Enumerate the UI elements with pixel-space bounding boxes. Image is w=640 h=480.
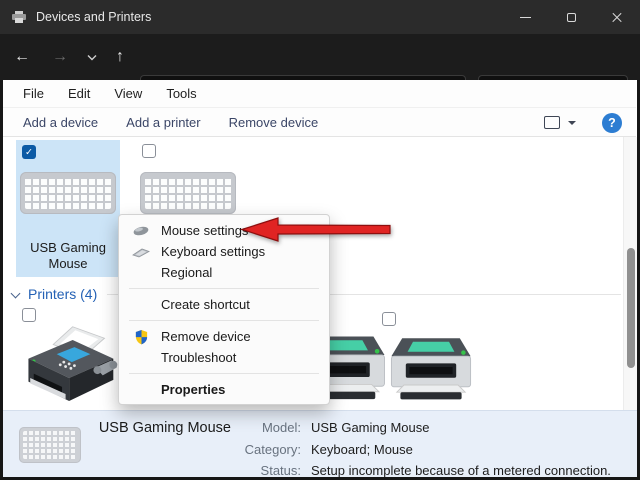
- back-icon: ←: [14, 48, 30, 65]
- close-icon: [611, 11, 623, 23]
- device-tile-usb-gaming-mouse[interactable]: ✓ USB Gaming Mouse: [16, 140, 120, 277]
- navigation-bar: ← → ↑ « All C... › Devices and Print...: [0, 34, 640, 107]
- printer-tile-fax[interactable]: [16, 303, 120, 410]
- view-options-icon[interactable]: [544, 116, 560, 129]
- window-border-left: [0, 80, 3, 480]
- context-menu-item-remove-device[interactable]: Remove device: [119, 326, 329, 347]
- minimize-button[interactable]: [502, 0, 548, 34]
- menu-file[interactable]: File: [13, 83, 54, 104]
- details-category-label: Category:: [244, 442, 301, 457]
- menu-separator: [129, 288, 319, 289]
- menu-edit[interactable]: Edit: [58, 83, 100, 104]
- help-icon: ?: [608, 115, 616, 130]
- keyboard-icon: [131, 244, 151, 260]
- annotation-arrow-icon: [240, 217, 391, 242]
- command-bar: Add a device Add a printer Remove device…: [3, 108, 636, 137]
- maximize-icon: [566, 12, 576, 22]
- close-button[interactable]: [594, 0, 640, 34]
- app-printer-icon: [12, 11, 26, 23]
- forward-icon: →: [52, 48, 68, 65]
- printers-group-label: Printers (4): [28, 286, 98, 302]
- view-options-dropdown-icon[interactable]: [568, 120, 576, 125]
- context-menu-item-properties[interactable]: Properties: [119, 379, 329, 400]
- device-label: USB Gaming Mouse: [30, 240, 106, 271]
- menu-tools[interactable]: Tools: [156, 83, 206, 104]
- help-button[interactable]: ?: [602, 112, 622, 133]
- add-a-printer-button[interactable]: Add a printer: [126, 115, 200, 130]
- context-menu-item-regional[interactable]: Regional: [119, 262, 329, 283]
- details-model-label: Model:: [261, 420, 301, 435]
- device-checkbox-checked[interactable]: ✓: [22, 145, 36, 159]
- menu-separator: [129, 320, 319, 321]
- printer-checkbox-unchecked[interactable]: [22, 308, 36, 322]
- menu-separator: [129, 373, 319, 374]
- up-button[interactable]: ↑: [106, 43, 134, 71]
- details-category-value: Keyboard; Mouse: [311, 442, 413, 457]
- scrollbar-thumb[interactable]: [627, 248, 635, 368]
- menu-bar: File Edit View Tools: [3, 80, 636, 108]
- context-menu-item-troubleshoot[interactable]: Troubleshoot: [119, 347, 329, 368]
- context-menu-item-keyboard-settings[interactable]: Keyboard settings: [119, 241, 329, 262]
- menu-view[interactable]: View: [104, 83, 152, 104]
- details-panel: USB Gaming Mouse Model: USB Gaming Mouse…: [3, 410, 637, 478]
- fax-machine-icon: [28, 326, 118, 402]
- device-checkbox-unchecked[interactable]: [142, 144, 156, 158]
- titlebar: Devices and Printers: [0, 0, 640, 34]
- details-model-value: USB Gaming Mouse: [311, 420, 430, 435]
- printer-checkbox-unchecked[interactable]: [382, 312, 396, 326]
- details-device-name: USB Gaming Mouse: [98, 420, 231, 436]
- add-a-device-button[interactable]: Add a device: [23, 115, 98, 130]
- check-icon: ✓: [25, 146, 33, 158]
- uac-shield-icon: [131, 329, 151, 345]
- context-menu-item-create-shortcut[interactable]: Create shortcut: [119, 294, 329, 315]
- printer-tile[interactable]: [376, 307, 480, 410]
- back-button[interactable]: ←: [8, 43, 36, 71]
- minimize-icon: [519, 16, 531, 18]
- chevron-down-icon: [87, 54, 97, 60]
- keyboard-device-icon: [20, 172, 116, 214]
- window-title: Devices and Printers: [36, 10, 152, 24]
- collapse-chevron-icon[interactable]: [11, 289, 21, 299]
- vertical-scrollbar[interactable]: [623, 137, 637, 410]
- forward-button[interactable]: →: [46, 43, 74, 71]
- keyboard-device-icon: [140, 172, 236, 214]
- maximize-button[interactable]: [548, 0, 594, 34]
- devices-and-printers-window: Devices and Printers ← → ↑ « All C... › …: [0, 0, 640, 480]
- remove-device-button[interactable]: Remove device: [229, 115, 319, 130]
- up-icon: ↑: [116, 48, 124, 65]
- printer-icon: [390, 338, 472, 400]
- recent-locations-button[interactable]: [82, 43, 102, 71]
- selected-device-keyboard-icon: [19, 427, 81, 463]
- mouse-icon: [131, 223, 151, 239]
